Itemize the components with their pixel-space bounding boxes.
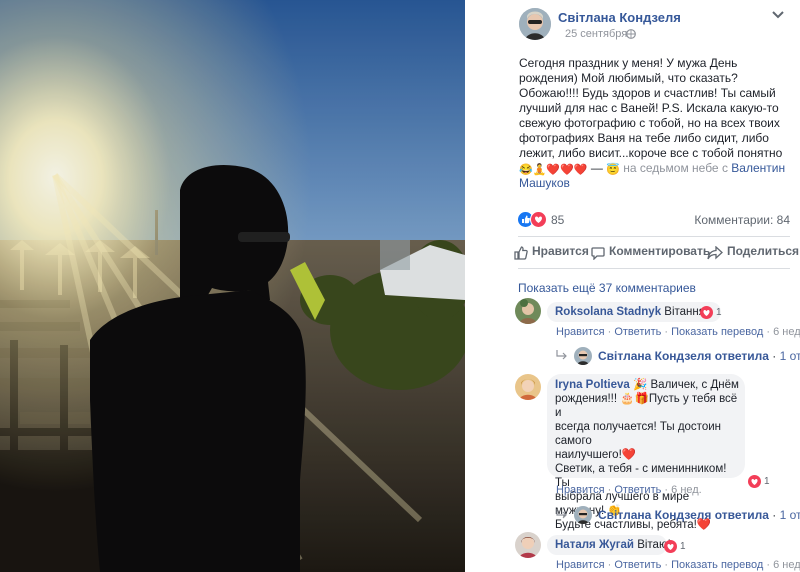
comment-like-link[interactable]: Нравится (556, 326, 605, 338)
love-reaction-icon[interactable] (530, 211, 547, 228)
comment-icon[interactable] (591, 246, 605, 260)
comment-line: всегда получается! Ты достоин самого (555, 421, 721, 447)
chevron-down-icon[interactable] (771, 10, 785, 20)
reply-avatar (574, 347, 592, 365)
share-icon[interactable] (707, 246, 723, 260)
comment-reply-link[interactable]: Ответить (614, 559, 661, 571)
share-button[interactable]: Поделиться (727, 244, 799, 258)
comment-like-link[interactable]: Нравится (556, 484, 605, 496)
comments-count[interactable]: Комментарии: 84 (694, 213, 790, 227)
heart-reaction-icon[interactable] (748, 475, 761, 488)
reply-author[interactable]: Світлана Кондзеля ответила (598, 508, 769, 522)
comment-meta: Нравится · Ответить · Показать перевод ·… (556, 326, 800, 338)
comment-react-count: 1 (680, 541, 686, 552)
heart-reaction-icon[interactable] (700, 306, 713, 319)
reply-arrow-icon (556, 350, 567, 360)
post-dash: — (590, 161, 603, 175)
comment-like-link[interactable]: Нравится (556, 559, 605, 571)
comment-translate-link[interactable]: Показать перевод (671, 326, 763, 338)
commenter-avatar[interactable] (515, 298, 541, 324)
reaction-count[interactable]: 85 (551, 213, 564, 227)
heart-reaction-icon[interactable] (664, 540, 677, 553)
comment-time: 6 нед. (671, 484, 702, 496)
post-text: Сегодня праздник у меня! У мужа День рож… (519, 56, 789, 191)
reply-avatar (574, 506, 592, 524)
post-date[interactable]: 25 сентября (565, 28, 627, 40)
like-button[interactable]: Нравится (532, 244, 589, 258)
author-name[interactable]: Світлана Кондзеля (558, 10, 681, 25)
author-avatar[interactable] (519, 8, 551, 40)
comment-meta: Нравится · Ответить · 6 нед. (556, 484, 702, 496)
photo-image (0, 0, 465, 572)
commenter-name[interactable]: Наталя Жугай (555, 539, 634, 551)
divider (518, 268, 790, 269)
comment-meta: Нравится · Ответить · Показать перевод ·… (556, 559, 800, 571)
reply-arrow-icon (556, 509, 567, 519)
commenter-avatar[interactable] (515, 532, 541, 558)
comment-reply-link[interactable]: Ответить (614, 326, 661, 338)
comment-bubble: Iryna Poltieva 🎉 Валичек, с Днём рождени… (547, 374, 745, 531)
commenter-name[interactable]: Iryna Poltieva (555, 379, 630, 391)
comment-bubble: Roksolana Stadnyk Вітання! (547, 302, 721, 322)
reply-count[interactable]: 1 ответ (780, 508, 800, 522)
divider (518, 236, 790, 237)
comment-line: рождения!!! 🎂🎁Пусть у тебя всё и (555, 393, 738, 419)
comment-reply-link[interactable]: Ответить (614, 484, 661, 496)
comment-time: 6 нед. (773, 559, 800, 571)
comment-line: 🎉 Валичек, с Днём (633, 379, 739, 391)
comment-time: 6 нед. (773, 326, 800, 338)
reply-author[interactable]: Світлана Кондзеля ответила (598, 349, 769, 363)
comment-react-count: 1 (764, 476, 770, 487)
like-icon[interactable] (514, 246, 528, 260)
feeling-text: на седьмом небе с (623, 161, 728, 175)
commenter-avatar[interactable] (515, 374, 541, 400)
comment-line: наилучшего!❤️ (555, 449, 637, 461)
comment-bubble: Наталя Жугай Вітаю! (547, 535, 671, 555)
comment-button[interactable]: Комментировать (609, 244, 710, 258)
reactions-summary: 85 Комментарии: 84 (518, 211, 790, 228)
reply-count[interactable]: 1 ответ (780, 349, 800, 363)
comment-react-count: 1 (716, 307, 722, 318)
post-photo[interactable] (0, 0, 465, 572)
post-body: Сегодня праздник у меня! У мужа День рож… (519, 56, 783, 160)
globe-icon (626, 29, 636, 39)
commenter-name[interactable]: Roksolana Stadnyk (555, 306, 661, 318)
feeling-emoji: 😇 (606, 164, 620, 176)
show-more-comments-link[interactable]: Показать ещё 37 комментариев (518, 281, 696, 295)
post-emojis: 😂🧘❤️❤️❤️ (519, 164, 588, 176)
comment-translate-link[interactable]: Показать перевод (671, 559, 763, 571)
